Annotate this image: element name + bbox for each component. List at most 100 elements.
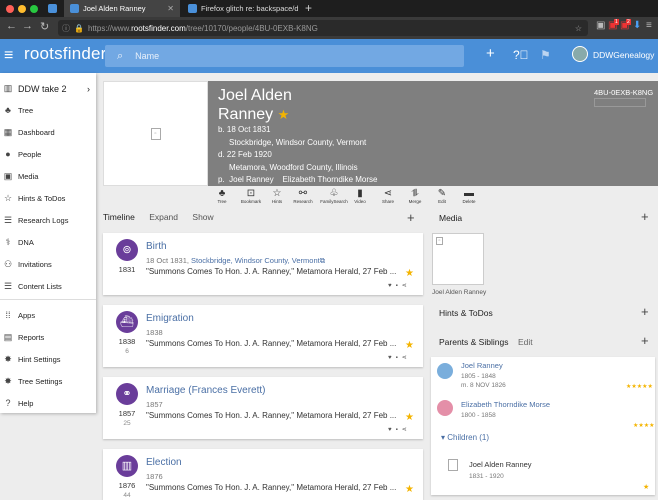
tab-show[interactable]: Show <box>192 212 213 222</box>
media-thumbnail[interactable]: ▫ <box>432 233 484 285</box>
url-field[interactable]: ⓘ 🔒 https://www.rootsfinder.com/tree/101… <box>58 20 588 36</box>
parents-line[interactable]: p. Joel Ranney Elizabeth Thorndike Morse <box>218 175 378 184</box>
event-title[interactable]: Marriage (Frances Everett) <box>146 385 266 396</box>
sidebar-item-label: Invitations <box>18 260 52 269</box>
sidebar-item-label: Research Logs <box>18 216 69 225</box>
sidebar-item-content-lists[interactable]: ☰ Content Lists <box>0 281 96 292</box>
tab-joel-alden-ranney[interactable]: Joel Alden Ranney ✕ <box>64 0 180 17</box>
event-place-link[interactable]: Stockbridge, Windsor County, Vermont <box>191 256 320 265</box>
add-media-button[interactable]: + <box>641 209 649 224</box>
delete-button[interactable]: ▬ Delete <box>461 188 477 204</box>
person-id-field[interactable] <box>594 98 646 107</box>
star-icon[interactable]: ★ <box>405 412 414 423</box>
forward-icon[interactable]: → <box>22 20 33 32</box>
star-icon[interactable]: ★ <box>405 268 414 279</box>
hamburger-menu-icon[interactable]: ≡ <box>4 47 13 65</box>
search-box[interactable]: ⌕ Name <box>105 45 464 67</box>
merge-button[interactable]: ⥮ Merge <box>406 188 424 204</box>
help-circle-icon[interactable]: ?⃝ <box>513 48 529 62</box>
event-title[interactable]: Birth <box>146 241 167 252</box>
avatar[interactable] <box>572 46 588 62</box>
event-source[interactable]: "Summons Comes To Hon. J. A. Ranney," Me… <box>146 267 406 276</box>
child-name[interactable]: Joel Alden Ranney <box>469 460 532 469</box>
father-name[interactable]: Joel Ranney <box>461 361 503 370</box>
sidebar-item-help[interactable]: ? Help <box>0 398 96 408</box>
menu-icon[interactable]: ≡ <box>646 20 652 31</box>
edit-parents-link[interactable]: Edit <box>518 337 533 347</box>
tab-expand[interactable]: Expand <box>149 212 178 222</box>
event-card-birth[interactable]: ⊚ 1831 Birth 18 Oct 1831, Stockbridge, W… <box>103 233 423 295</box>
maximize-window-button[interactable] <box>30 5 38 13</box>
person-photo[interactable]: ▫ <box>103 81 208 186</box>
sidebar-item-reports[interactable]: ▤ Reports <box>0 332 96 343</box>
share-icon[interactable]: ⋖ <box>402 355 411 361</box>
sidebar-item-tree-settings[interactable]: ✸ Tree Settings <box>0 376 96 387</box>
minimize-window-button[interactable] <box>18 5 26 13</box>
sidebar-item-hints[interactable]: ☆ Hints & ToDos <box>0 193 96 204</box>
research-button[interactable]: ⚯ Research <box>292 188 314 204</box>
add-event-button[interactable]: + <box>407 210 415 225</box>
event-source[interactable]: "Summons Comes To Hon. J. A. Ranney," Me… <box>146 339 406 348</box>
tab-firefox-glitch[interactable]: Firefox glitch re: backspace/de <box>182 0 298 17</box>
mother-name[interactable]: Elizabeth Thorndike Morse <box>461 400 550 409</box>
spouse-link[interactable]: Frances Everett <box>192 385 263 396</box>
share-icon[interactable]: ⋖ <box>402 283 411 289</box>
sidebar-tree-selector[interactable]: ▥ DDW take 2 › <box>0 83 96 94</box>
add-parent-button[interactable]: + <box>641 333 649 348</box>
url-domain: rootsfinder.com <box>131 23 186 33</box>
tree-button[interactable]: ♣ Tree <box>215 188 229 204</box>
video-icon: ▮ <box>357 188 363 199</box>
share-icon[interactable]: ⋖ <box>402 427 411 433</box>
sidebar-item-dashboard[interactable]: ▦ Dashboard <box>0 127 96 138</box>
pinned-tab[interactable] <box>44 0 62 17</box>
heart-icon[interactable]: ♥ <box>388 427 396 433</box>
bookmark-button[interactable]: ⊡ Bookmark <box>239 188 263 204</box>
children-label: Children (1) <box>447 433 490 442</box>
new-tab-button[interactable]: + <box>305 1 312 15</box>
female-avatar-icon <box>437 400 453 416</box>
heart-icon[interactable]: ♥ <box>388 355 396 361</box>
star-icon[interactable]: ★ <box>405 484 414 495</box>
close-tab-icon[interactable]: ✕ <box>167 4 174 13</box>
sidebar-item-dna[interactable]: ⚕ DNA <box>0 237 96 248</box>
event-source[interactable]: "Summons Comes To Hon. J. A. Ranney," Me… <box>146 411 406 420</box>
add-hint-button[interactable]: + <box>641 304 649 319</box>
sidebar-item-people[interactable]: ● People <box>0 149 96 159</box>
close-window-button[interactable] <box>6 5 14 13</box>
mother-rating: ★★★★ <box>633 423 655 429</box>
hints-button[interactable]: ☆ Hints <box>268 188 286 204</box>
share-button[interactable]: ⋖ Share <box>380 188 396 204</box>
external-link-icon[interactable]: ⧉ <box>320 256 325 265</box>
event-card-election[interactable]: ▥ 1876 44 Election 1876 "Summons Comes T… <box>103 449 423 500</box>
video-button[interactable]: ▮ Video <box>353 188 367 204</box>
event-title[interactable]: Emigration <box>146 313 194 324</box>
event-card-emigration[interactable]: ⛴ 1838 6 Emigration 1838 "Summons Comes … <box>103 305 423 367</box>
star-icon[interactable]: ★ <box>405 340 414 351</box>
add-icon[interactable]: + <box>486 45 495 62</box>
event-title[interactable]: Election <box>146 457 182 468</box>
tab-timeline[interactable]: Timeline <box>103 212 135 222</box>
app-logo[interactable]: rootsfinder <box>24 44 107 64</box>
extension-icon[interactable]: ▣ <box>596 20 605 31</box>
sidebar-item-media[interactable]: ▣ Media <box>0 171 96 182</box>
sidebar-item-tree[interactable]: ♣ Tree <box>0 105 96 115</box>
familysearch-button[interactable]: ♧ FamilySearch <box>318 188 350 204</box>
sidebar-item-apps[interactable]: ⁞⁞ Apps <box>0 310 96 320</box>
edit-button[interactable]: ✎ Edit <box>436 188 448 204</box>
bookmark-star-icon[interactable]: ☆ <box>575 24 582 33</box>
reload-icon[interactable]: ↻ <box>40 20 49 33</box>
back-icon[interactable]: ← <box>6 20 17 32</box>
download-icon[interactable]: ⬇ <box>633 20 641 31</box>
flag-icon[interactable]: ⚑ <box>540 48 551 62</box>
children-toggle[interactable]: ▾ Children (1) <box>431 433 655 445</box>
event-card-marriage[interactable]: ⚭ 1857 25 Marriage (Frances Everett) 185… <box>103 377 423 439</box>
event-actions: ♥▪⋖ <box>388 426 411 433</box>
male-avatar-icon <box>437 363 453 379</box>
sidebar-item-hint-settings[interactable]: ✸ Hint Settings <box>0 354 96 365</box>
event-source[interactable]: "Summons Comes To Hon. J. A. Ranney," Me… <box>146 483 406 492</box>
sidebar-item-research-logs[interactable]: ☰ Research Logs <box>0 215 96 226</box>
username[interactable]: DDWGenealogy <box>593 50 654 60</box>
sidebar-item-invitations[interactable]: ⚇ Invitations <box>0 259 96 270</box>
star-icon[interactable]: ★ <box>278 107 290 122</box>
heart-icon[interactable]: ♥ <box>388 283 396 289</box>
